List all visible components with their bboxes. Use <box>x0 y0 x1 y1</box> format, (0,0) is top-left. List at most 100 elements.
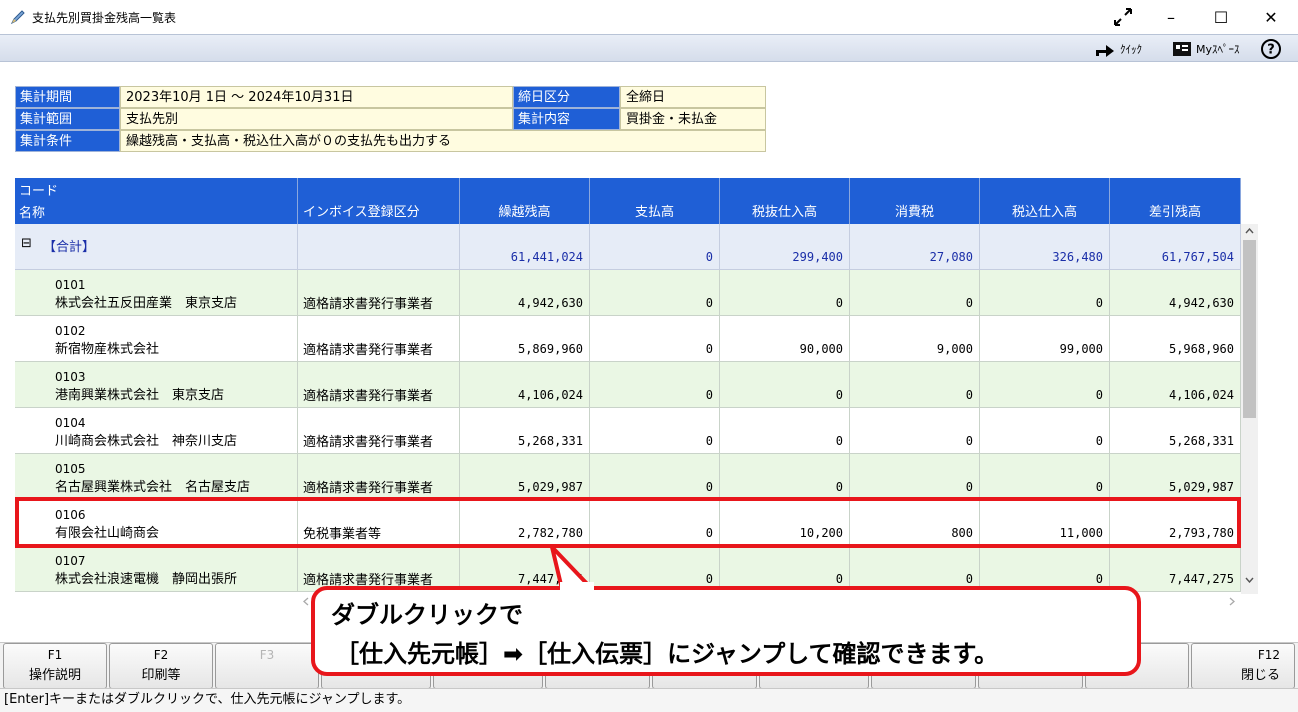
header-tax[interactable]: 消費税 <box>850 178 980 224</box>
close-button[interactable]: ✕ <box>1248 0 1294 34</box>
row-purchase-in-cell: 99,000 <box>980 316 1110 362</box>
row-balance-cell: 4,106,024 <box>1110 362 1241 408</box>
f1-help-button[interactable]: F1 操作説明 <box>3 643 107 689</box>
row-invoice: 適格請求書発行事業者 <box>303 389 434 404</box>
row-balance: 5,268,331 <box>1168 434 1234 448</box>
row-code: 0107 <box>55 554 86 568</box>
total-payment-cell: 0 <box>590 224 720 270</box>
row-carryover: 4,942,630 <box>517 296 583 310</box>
f2-key: F2 <box>153 648 169 662</box>
row-payment: 0 <box>705 434 713 448</box>
expand-button[interactable] <box>1100 0 1146 34</box>
myspace-button[interactable]: Myｽﾍﾟｰｽ <box>1172 39 1240 59</box>
scrollbar-thumb[interactable] <box>1243 240 1256 418</box>
table-row[interactable]: 0103 港南興業株式会社 東京支店 適格請求書発行事業者 4,106,024 0… <box>15 362 1241 408</box>
selected-row-highlight <box>15 497 1241 548</box>
title-bar: 支払先別買掛金残高一覧表 – ☐ ✕ <box>0 0 1298 34</box>
quick-button[interactable]: ｸｲｯｸ <box>1094 39 1142 59</box>
quick-arrow-icon <box>1096 45 1114 57</box>
period-label: 集計期間 <box>15 86 120 108</box>
row-payment: 0 <box>705 342 713 356</box>
row-payment-cell: 0 <box>590 408 720 454</box>
scroll-right-icon[interactable] <box>1229 597 1235 606</box>
total-tax-cell: 27,080 <box>850 224 980 270</box>
row-invoice: 適格請求書発行事業者 <box>303 297 434 312</box>
total-row[interactable]: ⊟ 【合計】 61,441,024 0 299,400 27,080 326,4… <box>15 224 1241 270</box>
closing-value: 全締日 <box>620 86 766 108</box>
minimize-button[interactable]: – <box>1148 0 1194 34</box>
f2-label: 印刷等 <box>141 668 181 683</box>
header-name: 名称 <box>19 206 46 221</box>
row-carryover-cell: 4,942,630 <box>460 270 590 316</box>
row-balance-cell: 5,968,960 <box>1110 316 1241 362</box>
quick-label: ｸｲｯｸ <box>1120 43 1142 56</box>
table-row[interactable]: 0104 川崎商会株式会社 神奈川支店 適格請求書発行事業者 5,268,331 … <box>15 408 1241 454</box>
header-code-name[interactable]: コード 名称 <box>15 178 298 224</box>
header-purchase-ex[interactable]: 税抜仕入高 <box>720 178 850 224</box>
instruction-callout: ダブルクリックで ［仕入先元帳］➡［仕入伝票］にジャンプして確認できます。 <box>311 586 1141 676</box>
f1-key: F1 <box>47 648 63 662</box>
table-row[interactable]: 0102 新宿物産株式会社 適格請求書発行事業者 5,869,960 0 90,0… <box>15 316 1241 362</box>
row-carryover: 5,268,331 <box>517 434 583 448</box>
table-row[interactable]: 0101 株式会社五反田産業 東京支店 適格請求書発行事業者 4,942,630 … <box>15 270 1241 316</box>
f3-key: F3 <box>259 648 275 662</box>
row-purchase-in: 0 <box>1095 572 1103 586</box>
header-carryover[interactable]: 繰越残高 <box>460 178 590 224</box>
row-balance-cell: 7,447,275 <box>1110 546 1241 592</box>
total-payment: 0 <box>705 250 713 264</box>
help-icon: ? <box>1261 39 1281 59</box>
row-purchase-in-cell: 0 <box>980 454 1110 500</box>
vertical-scrollbar[interactable] <box>1241 224 1258 594</box>
row-purchase-ex: 0 <box>835 434 843 448</box>
f2-print-button[interactable]: F2 印刷等 <box>109 643 213 689</box>
row-purchase-in: 0 <box>1095 296 1103 310</box>
row-tax: 0 <box>965 296 973 310</box>
row-code: 0105 <box>55 462 86 476</box>
header-balance[interactable]: 差引残高 <box>1110 178 1241 224</box>
header-payment[interactable]: 支払高 <box>590 178 720 224</box>
period-value: 2023年10月 1日 ～ 2024年10月31日 <box>120 86 513 108</box>
row-name-cell: 0105 名古屋興業株式会社 名古屋支店 <box>15 454 298 500</box>
row-purchase-in-cell: 0 <box>980 362 1110 408</box>
row-tax-cell: 0 <box>850 270 980 316</box>
help-button[interactable]: ? <box>1260 39 1282 59</box>
f12-close-button[interactable]: F12 閉じる <box>1191 643 1295 689</box>
scroll-up-icon[interactable] <box>1245 228 1254 234</box>
row-purchase-ex-cell: 90,000 <box>720 316 850 362</box>
header-purchase-in[interactable]: 税込仕入高 <box>980 178 1110 224</box>
myspace-icon <box>1173 42 1191 56</box>
row-name: 港南興業株式会社 東京支店 <box>55 388 225 403</box>
row-purchase-ex-cell: 0 <box>720 454 850 500</box>
row-invoice: 適格請求書発行事業者 <box>303 481 434 496</box>
row-tax-cell: 0 <box>850 408 980 454</box>
row-purchase-ex: 0 <box>835 480 843 494</box>
row-carryover: 4,106,024 <box>517 388 583 402</box>
total-purchase-ex: 299,400 <box>792 250 843 264</box>
scroll-down-icon[interactable] <box>1245 577 1254 583</box>
scroll-left-icon[interactable] <box>303 597 309 606</box>
row-code: 0102 <box>55 324 86 338</box>
header-invoice[interactable]: インボイス登録区分 <box>298 178 460 224</box>
callout-line1: ダブルクリックで <box>331 601 523 629</box>
row-payment: 0 <box>705 296 713 310</box>
collapse-toggle-icon[interactable]: ⊟ <box>21 236 32 251</box>
row-name-cell: 0107 株式会社浪速電機 静岡出張所 <box>15 546 298 592</box>
scope-label: 集計範囲 <box>15 108 120 130</box>
header-payment-label: 支払高 <box>634 205 674 220</box>
row-balance-cell: 4,942,630 <box>1110 270 1241 316</box>
condition-value: 繰越残高・支払高・税込仕入高が０の支払先も出力する <box>120 130 766 152</box>
header-purchase-in-label: 税込仕入高 <box>1011 205 1077 220</box>
row-name-cell: 0104 川崎商会株式会社 神奈川支店 <box>15 408 298 454</box>
row-name: 名古屋興業株式会社 名古屋支店 <box>55 480 251 495</box>
row-purchase-in: 0 <box>1095 388 1103 402</box>
row-carryover-cell: 5,869,960 <box>460 316 590 362</box>
header-purchase-ex-label: 税抜仕入高 <box>751 205 817 220</box>
f3-button[interactable]: F3 <box>215 643 319 689</box>
window-title: 支払先別買掛金残高一覧表 <box>32 11 177 25</box>
row-tax-cell: 0 <box>850 454 980 500</box>
maximize-button[interactable]: ☐ <box>1198 0 1244 34</box>
table-row[interactable]: 0105 名古屋興業株式会社 名古屋支店 適格請求書発行事業者 5,029,987… <box>15 454 1241 500</box>
total-balance: 61,767,504 <box>1161 250 1234 264</box>
row-invoice-cell: 適格請求書発行事業者 <box>298 270 460 316</box>
content-value: 買掛金・未払金 <box>620 108 766 130</box>
